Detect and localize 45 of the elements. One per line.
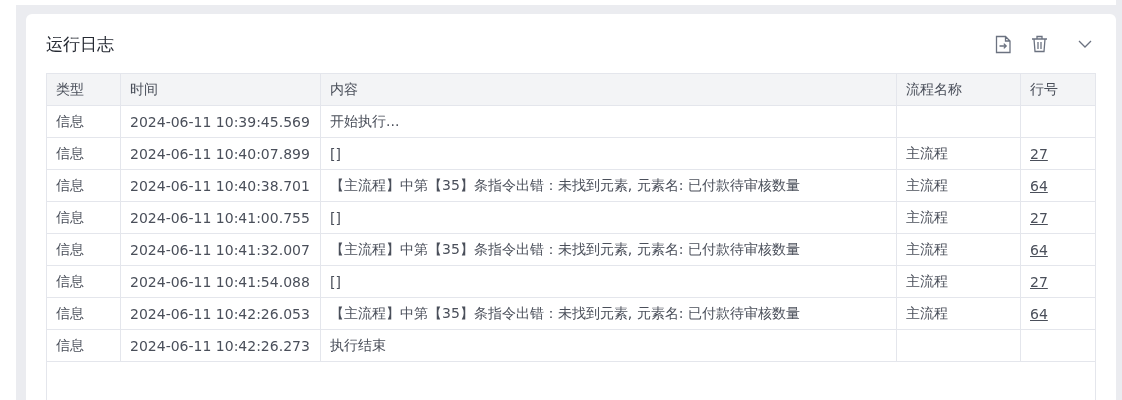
table-cell: 开始执行... (320, 105, 897, 138)
table-cell: 【主流程】中第【35】条指令出错：未找到元素, 元素名: 已付款待审核数量 (320, 169, 897, 202)
column-header: 行号 (1020, 73, 1096, 106)
trash-icon (1030, 35, 1048, 53)
column-header: 流程名称 (896, 73, 1021, 106)
table-cell: 2024-06-11 10:40:07.899 (120, 137, 321, 170)
chevron-down-icon (1078, 40, 1092, 48)
table-cell: 主流程 (896, 137, 1021, 170)
line-number-link[interactable]: 27 (1030, 145, 1048, 162)
table-cell: 主流程 (896, 297, 1021, 330)
table-cell: 【主流程】中第【35】条指令出错：未找到元素, 元素名: 已付款待审核数量 (320, 233, 897, 266)
table-cell: 主流程 (896, 201, 1021, 234)
file-export-icon (994, 34, 1012, 54)
column-header: 时间 (120, 73, 321, 106)
table-cell: 信息 (46, 265, 121, 298)
table-cell: 主流程 (896, 169, 1021, 202)
table-cell: [] (320, 201, 897, 234)
table-cell: 【主流程】中第【35】条指令出错：未找到元素, 元素名: 已付款待审核数量 (320, 297, 897, 330)
table-cell: 执行结束 (320, 329, 897, 362)
line-number-link[interactable]: 64 (1030, 241, 1048, 258)
column-header: 内容 (320, 73, 897, 106)
line-number-link[interactable]: 64 (1030, 177, 1048, 194)
table-cell: 2024-06-11 10:42:26.053 (120, 297, 321, 330)
table-cell: 信息 (46, 329, 121, 362)
table-cell: 信息 (46, 201, 121, 234)
table-cell: 主流程 (896, 265, 1021, 298)
table-cell: [] (320, 137, 897, 170)
table-cell: 2024-06-11 10:42:26.273 (120, 329, 321, 362)
table-cell: 2024-06-11 10:41:54.088 (120, 265, 321, 298)
table-cell: 信息 (46, 233, 121, 266)
column-header: 类型 (46, 73, 121, 106)
table-cell: 主流程 (896, 233, 1021, 266)
table-cell: 信息 (46, 169, 121, 202)
line-number-link[interactable]: 27 (1030, 209, 1048, 226)
table-cell: 2024-06-11 10:39:45.569 (120, 105, 321, 138)
table-cell: 2024-06-11 10:40:38.701 (120, 169, 321, 202)
table-cell: 2024-06-11 10:41:32.007 (120, 233, 321, 266)
line-number-link[interactable]: 64 (1030, 305, 1048, 322)
table-cell: 信息 (46, 105, 121, 138)
table-cell: 信息 (46, 137, 121, 170)
table-cell: [] (320, 265, 897, 298)
table-cell: 信息 (46, 297, 121, 330)
panel-title: 运行日志 (46, 32, 115, 56)
table-cell: 2024-06-11 10:41:00.755 (120, 201, 321, 234)
line-number-link[interactable]: 27 (1030, 273, 1048, 290)
